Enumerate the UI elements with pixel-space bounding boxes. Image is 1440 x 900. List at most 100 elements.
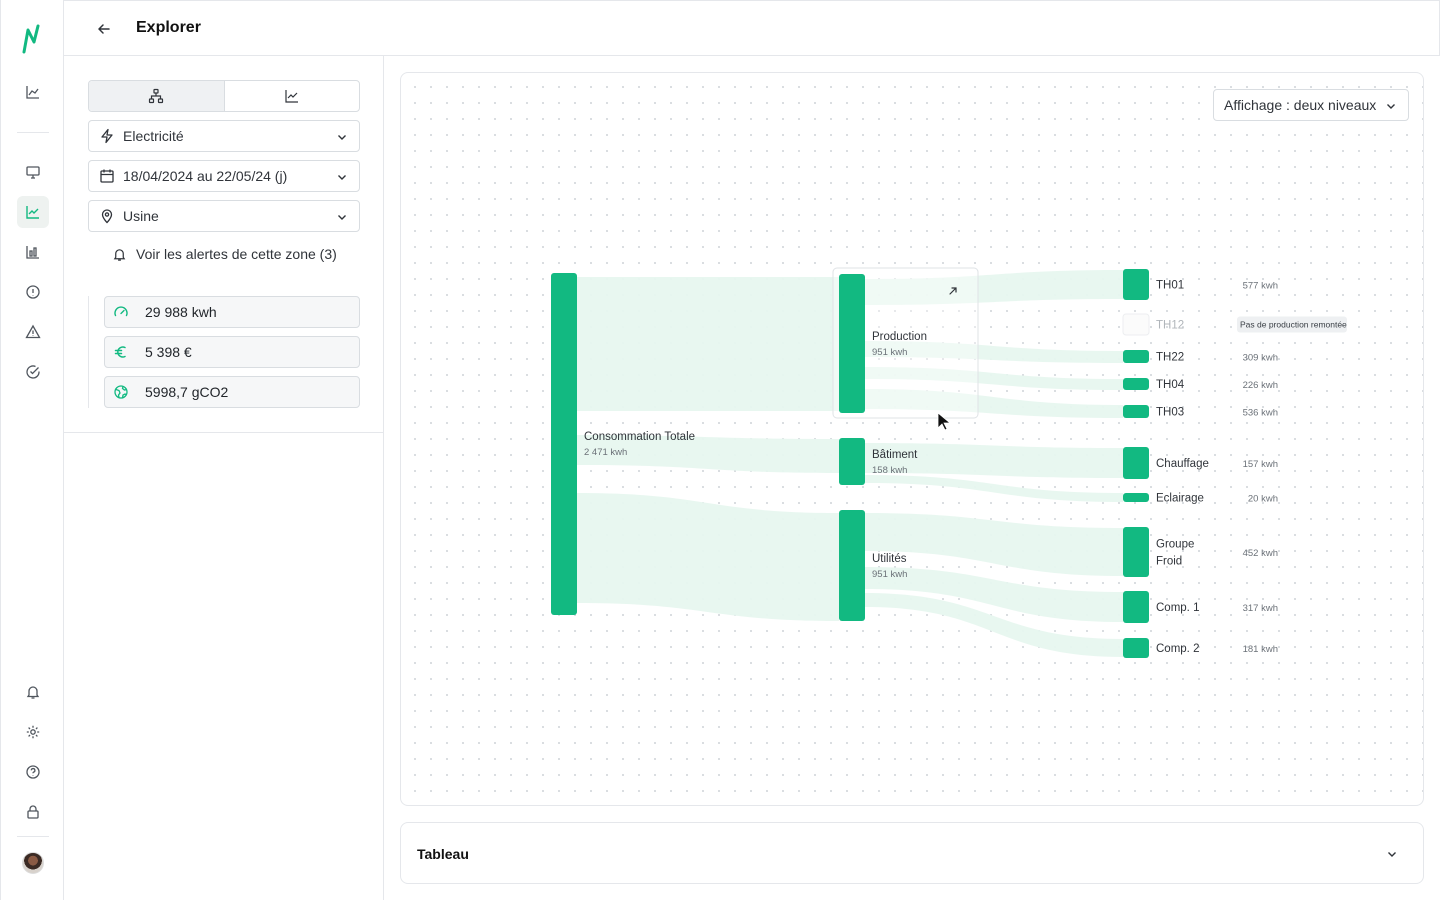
- chevron-down-icon: [338, 215, 346, 220]
- sankey-node-bar: [1123, 269, 1149, 300]
- sankey-node-label: Comp. 2: [1156, 643, 1199, 655]
- sankey-link-batiment-eclairage[interactable]: [865, 475, 1123, 502]
- sankey-node-label: TH12: [1156, 320, 1184, 332]
- sankey-node-groupe_froid[interactable]: Groupe Froid 452 kwh: [1123, 527, 1278, 577]
- sankey-node-th01[interactable]: TH01 577 kwh: [1123, 269, 1278, 300]
- chevron-down-icon: [1387, 104, 1395, 109]
- euro-icon: [114, 346, 126, 358]
- sankey-node-comp1[interactable]: Comp. 1 317 kwh: [1123, 591, 1278, 623]
- sankey-node-bar: [1123, 447, 1149, 479]
- settings-gear-icon[interactable]: [17, 716, 49, 748]
- zone-select[interactable]: Usine: [88, 200, 360, 232]
- calendar-icon: [100, 169, 114, 183]
- sankey-node-label: Comp. 1: [1156, 602, 1199, 614]
- sankey-node-bar: [839, 510, 865, 621]
- sankey-node-value: 452 kwh: [1243, 548, 1278, 559]
- zone-alerts-link[interactable]: Voir les alertes de cette zone (3): [112, 246, 337, 262]
- kpi-carbon: 5998,7 gCO2: [104, 376, 360, 408]
- presentation-icon[interactable]: [17, 156, 49, 188]
- sankey-link-total-production[interactable]: [577, 277, 839, 411]
- kpi-group-line: [88, 296, 89, 408]
- lock-icon[interactable]: [17, 796, 49, 828]
- display-level-select[interactable]: Affichage : deux niveaux: [1213, 89, 1409, 121]
- sankey-view-button[interactable]: [89, 81, 225, 111]
- zone-select-value: Usine: [123, 208, 159, 224]
- check-circle-icon[interactable]: [17, 356, 49, 388]
- no-data-badge-label: Pas de production remontée: [1240, 320, 1347, 330]
- line-chart-icon[interactable]: [17, 196, 49, 228]
- table-accordion[interactable]: Tableau: [400, 822, 1424, 884]
- sankey-node-value: 536 kwh: [1243, 408, 1278, 419]
- icon-rail: [0, 0, 64, 900]
- user-avatar[interactable]: [22, 852, 44, 874]
- bar-chart-icon[interactable]: [17, 236, 49, 268]
- sankey-node-value: 2 471 kwh: [584, 447, 627, 458]
- energy-select[interactable]: Electricité: [88, 120, 360, 152]
- chevron-down-icon: [338, 135, 346, 140]
- sankey-node-bar: [1122, 313, 1150, 336]
- sankey-chart: Consommation Totale 2 471 kwh Production 95…: [551, 267, 1347, 658]
- chevron-down-icon: [338, 175, 346, 180]
- sankey-node-label: TH01: [1156, 280, 1184, 292]
- sankey-node-chauffage[interactable]: Chauffage 157 kwh: [1123, 447, 1278, 479]
- sankey-node-bar: [839, 274, 865, 413]
- sankey-node-value: 181 kwh: [1243, 644, 1278, 655]
- zone-alerts-label: Voir les alertes de cette zone (3): [136, 246, 337, 262]
- sankey-node-bar: [1123, 591, 1149, 623]
- bell-icon[interactable]: [17, 676, 49, 708]
- sankey-node-value: 951 kwh: [872, 569, 907, 580]
- sankey-node-value: 158 kwh: [872, 465, 907, 476]
- sankey-node-eclairage[interactable]: Eclairage 20 kwh: [1123, 493, 1278, 505]
- chart-area-icon[interactable]: [17, 76, 49, 108]
- filter-section: Electricité 18/04/2024 au 22/05/24 (j) U…: [64, 56, 384, 433]
- sankey-link-utilites-groupe_froid[interactable]: [865, 513, 1123, 576]
- sankey-node-label: Consommation Totale: [584, 431, 695, 443]
- date-range-select[interactable]: 18/04/2024 au 22/05/24 (j): [88, 160, 360, 192]
- kpi-cost-value: 5 398 €: [145, 344, 192, 360]
- rail-divider: [17, 132, 49, 133]
- help-circle-icon[interactable]: [17, 756, 49, 788]
- rail-divider: [17, 836, 49, 837]
- sankey-card: Consommation Totale 2 471 kwh Production 95…: [400, 72, 1424, 806]
- page-header: Explorer: [64, 0, 1440, 56]
- app-logo-icon[interactable]: [19, 22, 47, 54]
- filter-panel: Electricité 18/04/2024 au 22/05/24 (j) U…: [64, 56, 384, 900]
- sankey-node-bar: [1123, 527, 1149, 577]
- sankey-node-th04[interactable]: TH04 226 kwh: [1123, 378, 1278, 391]
- sankey-node-label: Chauffage: [1156, 458, 1209, 470]
- back-arrow-icon[interactable]: [94, 19, 114, 39]
- sankey-node-value: 309 kwh: [1243, 353, 1278, 364]
- sankey-node-value: 226 kwh: [1243, 380, 1278, 391]
- sankey-node-comp2[interactable]: Comp. 2 181 kwh: [1123, 638, 1278, 658]
- timeseries-view-button[interactable]: [225, 81, 360, 111]
- sankey-node-value: 20 kwh: [1248, 494, 1278, 505]
- kpi-energy: 29 988 kwh: [104, 296, 360, 328]
- sankey-node-th12[interactable]: TH12 Pas de production remontée: [1122, 313, 1347, 336]
- chevron-down-icon[interactable]: [1385, 847, 1399, 861]
- sankey-node-th22[interactable]: TH22 309 kwh: [1123, 350, 1278, 364]
- sankey-node-bar: [1123, 405, 1149, 418]
- page-title: Explorer: [136, 19, 201, 36]
- kpi-cost: 5 398 €: [104, 336, 360, 368]
- sankey-node-bar: [1123, 378, 1149, 390]
- sankey-node-th03[interactable]: TH03 536 kwh: [1123, 405, 1278, 419]
- line-chart-icon: [285, 90, 298, 103]
- date-range-value: 18/04/2024 au 22/05/24 (j): [123, 168, 288, 184]
- globe-icon: [114, 385, 128, 399]
- sankey-node-label: Eclairage: [1156, 493, 1204, 505]
- display-level-value: Affichage : deux niveaux: [1224, 97, 1377, 113]
- sankey-node-label: TH22: [1156, 352, 1184, 364]
- sankey-node-value: 577 kwh: [1243, 281, 1278, 292]
- map-pin-icon: [101, 209, 113, 224]
- warning-triangle-icon[interactable]: [17, 316, 49, 348]
- sankey-node-label: Utilités: [872, 553, 907, 565]
- sankey-node-label: Production: [872, 331, 927, 343]
- sankey-link-total-utilites[interactable]: [577, 493, 839, 621]
- table-accordion-title: Tableau: [417, 846, 469, 862]
- lightning-icon: [101, 128, 113, 144]
- bell-icon: [113, 248, 126, 261]
- alert-circle-icon[interactable]: [17, 276, 49, 308]
- hierarchy-icon: [149, 88, 164, 104]
- sankey-node-bar: [1123, 493, 1149, 502]
- sankey-node-value: 951 kwh: [872, 347, 907, 358]
